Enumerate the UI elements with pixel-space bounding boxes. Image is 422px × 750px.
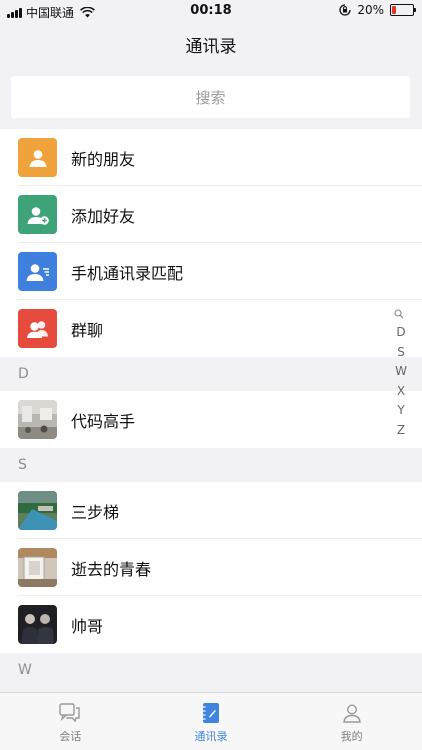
chat-icon <box>58 701 82 725</box>
tab-chat[interactable]: 会话 <box>0 693 141 750</box>
function-label: 手机通讯录匹配 <box>71 263 184 283</box>
tab-label: 会话 <box>59 730 82 743</box>
section-header: W <box>0 653 422 687</box>
person-icon <box>18 138 57 177</box>
contact-list[interactable]: 新的朋友 添加好友 手机通讯录匹配 群聊 D 代码高手 S 三步梯 逝去的青春 … <box>0 129 422 687</box>
tab-label: 我的 <box>340 730 363 743</box>
battery-icon <box>390 4 416 16</box>
function-row[interactable]: 新的朋友 <box>0 129 422 186</box>
profile-icon <box>340 701 364 725</box>
avatar <box>18 491 57 530</box>
status-right: 20% <box>339 3 416 17</box>
section-header: D <box>0 357 422 391</box>
index-letter[interactable]: D <box>394 323 408 343</box>
add-person-icon <box>18 195 57 234</box>
page-title: 通讯录 <box>185 37 237 57</box>
group-icon <box>18 309 57 348</box>
index-letter[interactable]: S <box>394 343 408 363</box>
index-letter[interactable]: Y <box>394 401 408 421</box>
avatar <box>18 548 57 587</box>
index-letter[interactable]: W <box>394 362 408 382</box>
function-row[interactable]: 群聊 <box>0 300 422 357</box>
avatar <box>18 400 57 439</box>
function-label: 群聊 <box>71 320 104 340</box>
battery-level <box>392 6 396 14</box>
address-book-icon <box>199 701 223 725</box>
tab-label: 通讯录 <box>194 730 228 743</box>
contact-name: 逝去的青春 <box>71 559 152 579</box>
function-label: 添加好友 <box>71 206 136 226</box>
contact-row[interactable]: 三步梯 <box>0 482 422 539</box>
contact-name: 代码高手 <box>71 411 136 431</box>
tab-profile[interactable]: 我的 <box>281 693 422 750</box>
index-letter[interactable]: Z <box>394 421 408 441</box>
alphabet-index[interactable]: DSWXYZ <box>394 307 408 440</box>
battery-percentage: 20% <box>357 3 384 17</box>
function-row[interactable]: 手机通讯录匹配 <box>0 243 422 300</box>
orientation-lock-icon <box>339 4 351 16</box>
search-input[interactable]: 搜索 <box>11 76 410 118</box>
avatar <box>18 605 57 644</box>
contact-name: 帅哥 <box>71 616 104 636</box>
index-search-icon[interactable] <box>394 307 404 321</box>
section-header: S <box>0 448 422 482</box>
status-bar: 中国联通 00:18 20% <box>0 0 422 22</box>
function-label: 新的朋友 <box>71 149 136 169</box>
contact-name: 三步梯 <box>71 502 120 522</box>
tab-bar: 会话 通讯录 我的 <box>0 692 422 750</box>
contact-row[interactable]: 帅哥 <box>0 596 422 653</box>
search-placeholder: 搜索 <box>195 88 226 107</box>
index-letter[interactable]: X <box>394 382 408 402</box>
tab-address-book[interactable]: 通讯录 <box>141 693 282 750</box>
contacts-card-icon <box>18 252 57 291</box>
function-row[interactable]: 添加好友 <box>0 186 422 243</box>
contact-row[interactable]: 逝去的青春 <box>0 539 422 596</box>
contact-row[interactable]: 代码高手 <box>0 391 422 448</box>
